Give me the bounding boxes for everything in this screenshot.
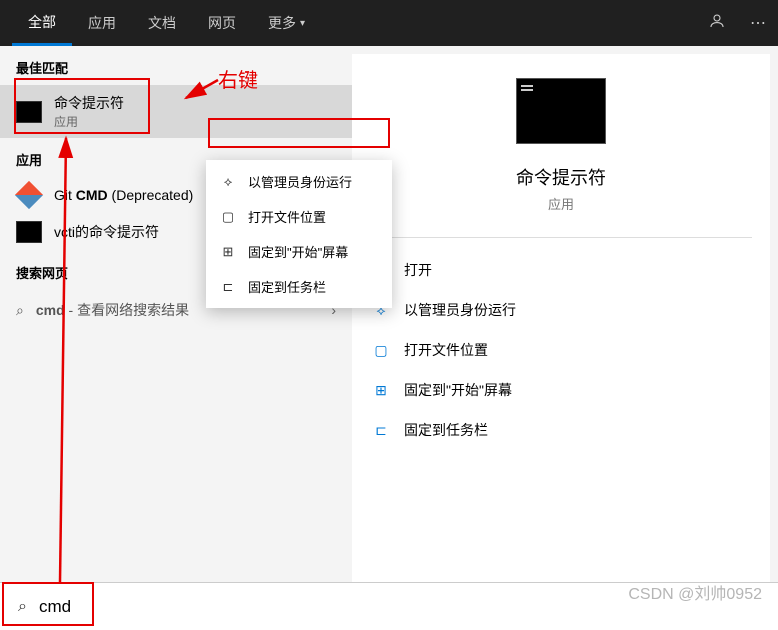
search-bar[interactable]: ⌕: [0, 582, 778, 630]
ctx-label: 以管理员身份运行: [248, 172, 352, 191]
tab-more-label: 更多: [268, 13, 296, 33]
chevron-down-icon: ▾: [300, 18, 305, 29]
folder-icon: ▢: [372, 342, 390, 359]
results-panel: 最佳匹配 命令提示符 应用 应用 Git CMD (Deprecated) vc…: [0, 46, 352, 582]
result-title: 命令提示符: [54, 93, 124, 113]
preview-panel: 命令提示符 应用 ▭ 打开 ⟡ 以管理员身份运行 ▢ 打开文件位置 ⊞ 固定到"…: [352, 54, 770, 582]
search-icon: ⌕: [18, 598, 27, 616]
preview-title: 命令提示符: [352, 164, 770, 190]
git-icon: [15, 181, 43, 209]
result-text: 命令提示符 应用: [54, 93, 124, 130]
result-subtitle: 应用: [54, 113, 124, 130]
search-input[interactable]: [39, 597, 760, 617]
result-title: vcti的命令提示符: [54, 222, 159, 242]
action-label: 固定到"开始"屏幕: [404, 380, 512, 400]
result-text: vcti的命令提示符: [54, 222, 159, 242]
action-label: 以管理员身份运行: [404, 300, 516, 320]
result-text: Git CMD (Deprecated): [54, 187, 193, 203]
header-actions: ⋯: [708, 12, 766, 35]
action-pin-start[interactable]: ⊞ 固定到"开始"屏幕: [364, 370, 758, 410]
header-bar: 全部 应用 文档 网页 更多 ▾ ⋯: [0, 0, 778, 46]
ctx-pin-start[interactable]: ⊞ 固定到"开始"屏幕: [206, 234, 392, 269]
more-icon[interactable]: ⋯: [750, 13, 766, 33]
ctx-run-as-admin[interactable]: ⟡ 以管理员身份运行: [206, 164, 392, 199]
pin-start-icon: ⊞: [372, 382, 390, 399]
action-open-location[interactable]: ▢ 打开文件位置: [364, 330, 758, 370]
tab-more[interactable]: 更多 ▾: [252, 0, 321, 46]
action-label: 打开文件位置: [404, 340, 488, 360]
folder-icon: ▢: [220, 209, 236, 225]
pin-taskbar-icon: ⊏: [372, 422, 390, 439]
filter-tabs: 全部 应用 文档 网页 更多 ▾: [12, 0, 321, 46]
pin-taskbar-icon: ⊏: [220, 279, 236, 295]
cmd-icon: [16, 101, 42, 123]
best-match-item[interactable]: 命令提示符 应用: [0, 85, 352, 138]
content-area: 最佳匹配 命令提示符 应用 应用 Git CMD (Deprecated) vc…: [0, 46, 778, 582]
ctx-open-location[interactable]: ▢ 打开文件位置: [206, 199, 392, 234]
ctx-label: 固定到任务栏: [248, 277, 326, 296]
preview-app-icon: [516, 78, 606, 144]
search-icon: ⌕: [16, 302, 24, 319]
action-open[interactable]: ▭ 打开: [364, 250, 758, 290]
action-run-as-admin[interactable]: ⟡ 以管理员身份运行: [364, 290, 758, 330]
web-result-text: cmd - 查看网络搜索结果: [36, 300, 189, 320]
context-menu: ⟡ 以管理员身份运行 ▢ 打开文件位置 ⊞ 固定到"开始"屏幕 ⊏ 固定到任务栏: [206, 160, 392, 308]
tab-docs[interactable]: 文档: [132, 0, 192, 46]
ctx-pin-taskbar[interactable]: ⊏ 固定到任务栏: [206, 269, 392, 304]
tab-apps[interactable]: 应用: [72, 0, 132, 46]
action-label: 打开: [404, 260, 432, 280]
pin-start-icon: ⊞: [220, 244, 236, 260]
action-pin-taskbar[interactable]: ⊏ 固定到任务栏: [364, 410, 758, 450]
divider: [370, 237, 752, 238]
tab-web[interactable]: 网页: [192, 0, 252, 46]
result-title: Git CMD (Deprecated): [54, 187, 193, 203]
ctx-label: 固定到"开始"屏幕: [248, 242, 348, 261]
admin-icon: ⟡: [220, 174, 236, 190]
preview-actions: ▭ 打开 ⟡ 以管理员身份运行 ▢ 打开文件位置 ⊞ 固定到"开始"屏幕 ⊏ 固…: [352, 250, 770, 450]
cmd-icon: [16, 221, 42, 243]
preview-subtitle: 应用: [352, 194, 770, 213]
action-label: 固定到任务栏: [404, 420, 488, 440]
ctx-label: 打开文件位置: [248, 207, 326, 226]
tab-all[interactable]: 全部: [12, 0, 72, 46]
git-icon-wrap: [16, 185, 42, 205]
section-best-match: 最佳匹配: [0, 46, 352, 85]
feedback-icon[interactable]: [708, 12, 726, 35]
